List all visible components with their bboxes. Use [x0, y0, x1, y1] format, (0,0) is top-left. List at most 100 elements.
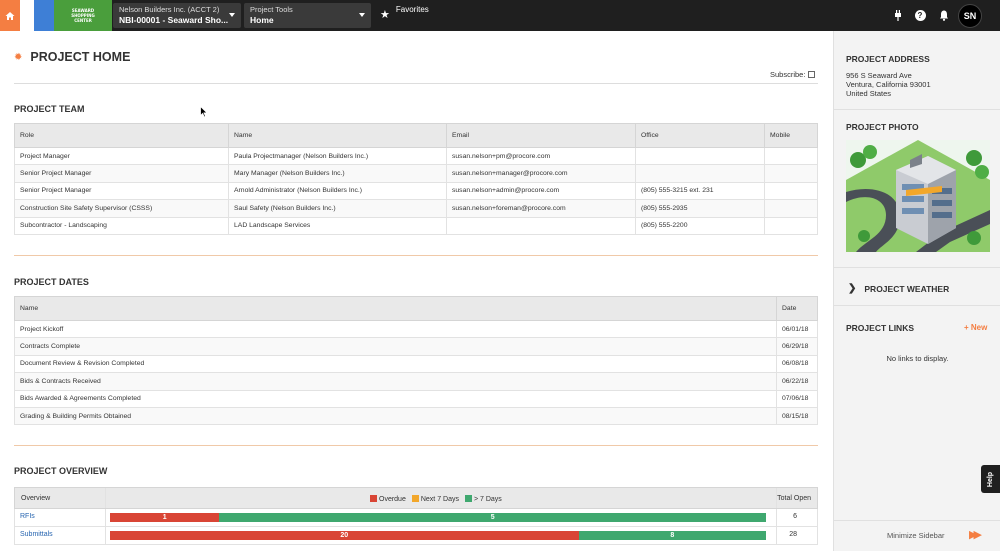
divider: [834, 305, 1000, 306]
section-divider: [14, 445, 818, 446]
table-row: Bids Awarded & Agreements Completed 07/06…: [14, 389, 818, 408]
divider: [14, 83, 818, 84]
later-segment[interactable]: 8: [578, 531, 766, 540]
table-cell: [635, 146, 765, 166]
help-icon[interactable]: ?: [914, 9, 926, 21]
later-segment[interactable]: 5: [219, 513, 766, 522]
overdue-segment[interactable]: 20: [110, 531, 579, 540]
home-button[interactable]: [0, 0, 20, 31]
date-cell: 06/22/18: [776, 372, 818, 391]
address-title: PROJECT ADDRESS: [846, 54, 930, 64]
user-avatar[interactable]: SN: [958, 4, 982, 28]
table-row: Subcontractor - Landscaping LAD Landscape…: [14, 216, 818, 235]
overview-row: RFIs 1 5 6: [14, 509, 818, 527]
team-section-title: PROJECT TEAM: [14, 104, 85, 114]
divider: [834, 109, 1000, 110]
table-cell: susan.nelson+foreman@procore.com: [446, 199, 636, 218]
col-mobile[interactable]: Mobile: [764, 123, 818, 148]
col-date[interactable]: Date: [776, 296, 818, 321]
table-cell: [446, 216, 636, 235]
total-open-value: 28: [789, 531, 797, 538]
weather-toggle[interactable]: ❯ PROJECT WEATHER: [848, 283, 949, 294]
col-role[interactable]: Role: [14, 123, 229, 148]
table-cell: Subcontractor - Landscaping: [14, 216, 229, 235]
table-cell: [764, 216, 818, 235]
help-tab[interactable]: Help: [981, 465, 1000, 493]
overview-item-link[interactable]: Submittals: [20, 531, 53, 538]
project-selector[interactable]: Nelson Builders Inc. (ACCT 2) NBI-00001 …: [113, 3, 241, 28]
mouse-cursor-icon: [200, 106, 208, 118]
legend-item: Next 7 Days: [411, 495, 459, 503]
table-cell: Mary Manager (Nelson Builders Inc.): [228, 164, 447, 183]
date-name-cell: Bids & Contracts Received: [14, 372, 777, 391]
photo-title: PROJECT PHOTO: [846, 122, 919, 132]
legend-swatch: [411, 495, 419, 502]
project-label: NBI-00001 - Seaward Sho...: [119, 15, 229, 25]
project-photo[interactable]: [846, 140, 990, 252]
date-name-cell: Contracts Complete: [14, 337, 777, 356]
no-links-message: No links to display.: [886, 354, 949, 363]
overview-item-link[interactable]: RFIs: [20, 513, 35, 520]
divider: [834, 267, 1000, 268]
col-email[interactable]: Email: [446, 123, 636, 148]
table-cell: Arnold Administrator (Nelson Builders In…: [228, 181, 447, 201]
gear-icon[interactable]: ✹: [14, 52, 22, 63]
address-line-2: Ventura, California 93001: [846, 80, 931, 89]
table-cell: Project Manager: [14, 146, 229, 166]
column-divider: [105, 509, 106, 526]
double-chevron-right-icon[interactable]: ▶▶: [969, 528, 982, 541]
table-cell: susan.nelson+admin@procore.com: [446, 181, 636, 201]
table-cell: Senior Project Manager: [14, 164, 229, 183]
col-name[interactable]: Name: [228, 123, 447, 148]
project-sidebar: PROJECT ADDRESS 956 S Seaward Ave Ventur…: [833, 31, 1000, 551]
new-link-button[interactable]: + New: [964, 323, 987, 332]
tools-value: Home: [250, 15, 274, 25]
bell-icon[interactable]: [938, 9, 950, 21]
table-row: Construction Site Safety Supervisor (CSS…: [14, 199, 818, 218]
column-divider: [776, 488, 777, 508]
table-cell: (805) 555-2200: [635, 216, 765, 235]
dates-section-title: PROJECT DATES: [14, 277, 89, 287]
col-total-open: Total Open: [777, 495, 811, 502]
overdue-segment[interactable]: 1: [110, 513, 220, 522]
date-name-cell: Grading & Building Permits Obtained: [14, 406, 777, 426]
table-cell: susan.nelson+pm@procore.com: [446, 146, 636, 166]
minimize-sidebar-label[interactable]: Minimize Sidebar: [887, 531, 945, 540]
subscribe-checkbox[interactable]: [808, 71, 816, 78]
subscribe-control: Subscribe:: [770, 70, 816, 79]
date-cell: 06/08/18: [776, 354, 818, 374]
table-cell: LAD Landscape Services: [228, 216, 447, 235]
table-row: Document Review & Revision Completed 06/0…: [14, 354, 818, 374]
legend-swatch: [464, 495, 472, 502]
overview-table: Overview Overdue Next 7 Days > 7 Days Tota…: [14, 487, 818, 545]
column-divider: [105, 488, 106, 508]
table-row: Senior Project Manager Mary Manager (Nels…: [14, 164, 818, 183]
links-title: PROJECT LINKS: [846, 323, 915, 333]
favorites-button[interactable]: ★ Favorites: [380, 5, 429, 21]
table-cell: Senior Project Manager: [14, 181, 229, 201]
table-row: Grading & Building Permits Obtained 08/15…: [14, 406, 818, 426]
date-name-cell: Document Review & Revision Completed: [14, 354, 777, 374]
date-cell: 07/06/18: [776, 389, 818, 408]
tool-selector[interactable]: Project Tools Home: [244, 3, 371, 28]
table-row: Contracts Complete 06/29/18: [14, 337, 818, 356]
address-line-3: United States: [846, 89, 892, 98]
column-divider: [105, 527, 106, 544]
team-table: Role Name Email Office Mobile Project Ma…: [14, 123, 818, 235]
table-cell: Paula Projectmanager (Nelson Builders In…: [228, 146, 447, 166]
table-cell: susan.nelson+manager@procore.com: [446, 164, 636, 183]
main-content: ✹ PROJECT HOME Subscribe: PROJECT TEAM R…: [0, 31, 833, 551]
table-cell: [764, 146, 818, 166]
table-cell: (805) 555-2935: [635, 199, 765, 218]
col-date-name[interactable]: Name: [14, 296, 777, 321]
table-cell: (805) 555-3215 ext. 231: [635, 181, 765, 201]
table-cell: [764, 164, 818, 183]
plug-icon[interactable]: [892, 9, 904, 21]
table-row: Project Kickoff 06/01/18: [14, 319, 818, 339]
divider: [834, 520, 1000, 521]
col-office[interactable]: Office: [635, 123, 765, 148]
address-line-1: 956 S Seaward Ave: [846, 71, 912, 80]
table-row: Senior Project Manager Arnold Administrat…: [14, 181, 818, 201]
company-logo[interactable]: SEAWARD SHOPPING CENTER: [20, 0, 112, 31]
section-divider: [14, 255, 818, 256]
